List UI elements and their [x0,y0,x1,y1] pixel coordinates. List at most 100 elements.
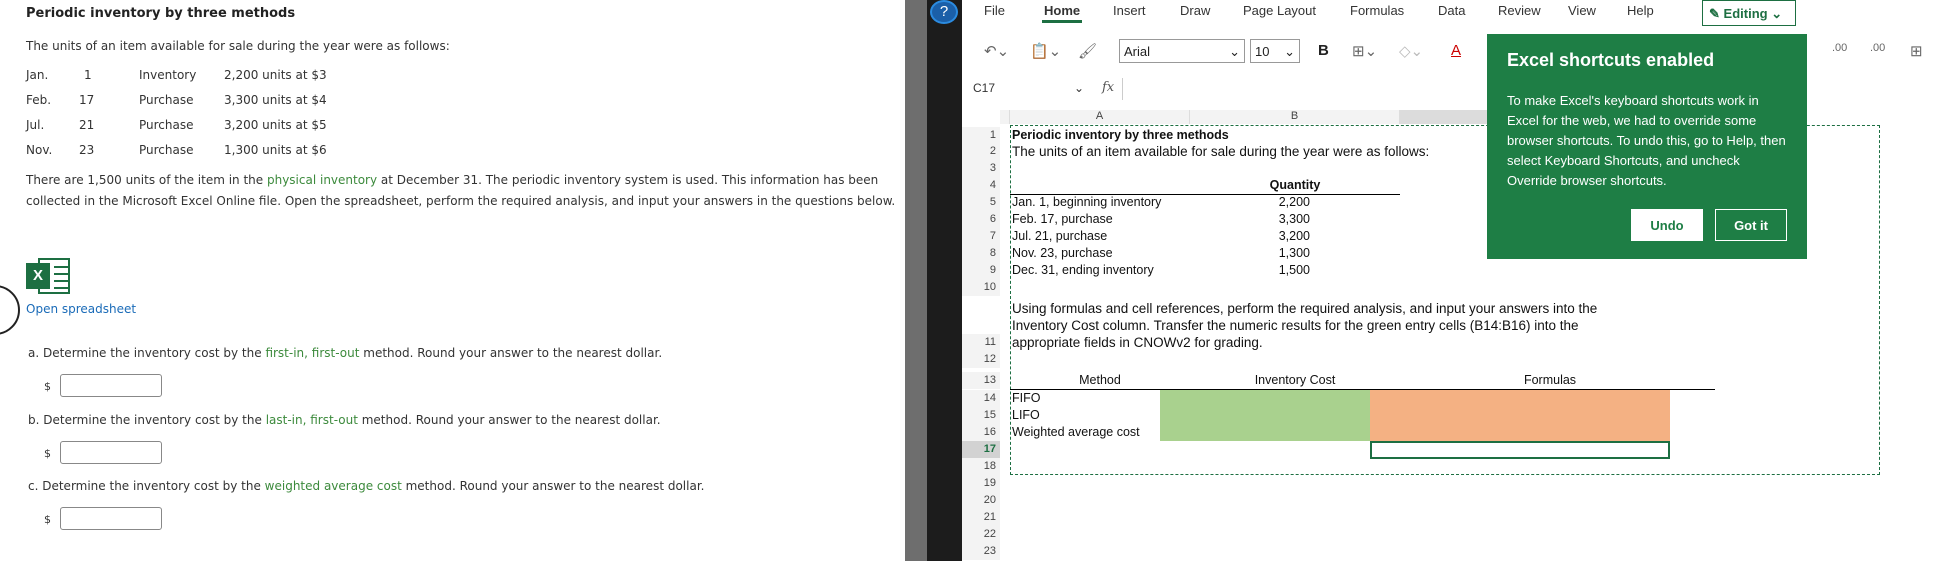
question-text: method. Round your answer to the nearest… [357,413,661,427]
row-number[interactable]: 13 [962,372,1000,389]
name-box[interactable]: C17 ⌄ [970,78,1090,100]
row-number[interactable]: 11 [962,334,1000,351]
increase-decimal-icon[interactable]: .00 [1870,42,1885,54]
row-number[interactable]: 10 [962,279,1000,296]
unit-day: 21 [79,118,95,132]
row-number[interactable]: 9 [962,262,1000,279]
question-text: b. Determine the inventory cost by the [28,413,266,427]
row-number[interactable]: 21 [962,509,1000,526]
instructions: Using formulas and cell references, perf… [1012,301,1598,316]
dark-rail [927,0,962,561]
undo-icon[interactable]: ↶⌄ [984,42,1009,60]
toast-body: To make Excel's keyboard shortcuts work … [1507,93,1786,188]
row-number[interactable]: 3 [962,160,1000,177]
editing-mode-button[interactable]: ✎ Editing ⌄ [1702,0,1796,26]
fx-icon[interactable]: fx [1102,80,1114,95]
unit-detail: 1,300 units at $6 [224,143,327,157]
format-table-icon[interactable]: ⊞ [1910,42,1923,60]
tab-help[interactable]: Help [1627,3,1654,18]
format-painter-icon[interactable]: 🖌 [1078,42,1097,60]
fifo-link[interactable]: first-in, first-out [265,346,359,360]
column-header-b[interactable]: B [1190,110,1400,124]
font-name-select[interactable]: Arial ⌄ [1119,39,1245,63]
physical-inventory-link[interactable]: physical inventory [267,173,377,187]
item-qty: 1,500 [1278,263,1310,277]
question-c: c. Determine the inventory cost by the w… [28,479,704,493]
row-number[interactable]: 4 [962,177,1000,194]
excel-badge: X [26,263,50,289]
row-number[interactable]: 12 [962,351,1000,368]
row-number[interactable]: 1 [962,127,1000,144]
font-color-icon[interactable]: A [1451,42,1461,59]
answer-b-input[interactable] [60,441,162,464]
item-qty: 2,200 [1278,195,1310,209]
row-number[interactable]: 6 [962,211,1000,228]
answer-c-input[interactable] [60,507,162,530]
chevron-down-icon: ⌄ [1771,6,1783,21]
tab-home[interactable]: Home [1041,3,1083,23]
row-number[interactable]: 23 [962,543,1000,560]
row-number[interactable]: 22 [962,526,1000,543]
row-number[interactable]: 17 [962,441,1000,458]
unit-type: Inventory [139,68,197,82]
unit-day: 1 [84,68,92,82]
row-number[interactable]: 15 [962,407,1000,424]
item-label: Jan. 1, beginning inventory [1012,195,1162,209]
formulas-cells[interactable] [1370,390,1670,441]
chevron-down-icon: ⌄ [1073,81,1084,95]
pencil-icon: ✎ [1709,6,1720,21]
lifo-link[interactable]: last-in, first-out [266,413,358,427]
column-header-a[interactable]: A [1010,110,1190,124]
panel-divider[interactable] [905,0,927,561]
tab-data[interactable]: Data [1438,3,1465,18]
item-qty: 3,200 [1278,229,1310,243]
cost-header: Inventory Cost [1254,373,1336,387]
paste-icon[interactable]: 📋⌄ [1030,42,1061,60]
instructions: Inventory Cost column. Transfer the nume… [1012,318,1579,333]
unit-type: Purchase [139,143,194,157]
row-number[interactable]: 14 [962,390,1000,407]
open-spreadsheet-link[interactable]: Open spreadsheet [26,302,136,316]
excel-icon[interactable]: X [26,256,72,296]
row-number[interactable]: 16 [962,424,1000,441]
borders-icon[interactable]: ⊞⌄ [1352,42,1377,60]
row-number[interactable]: 20 [962,492,1000,509]
row-number[interactable]: 2 [962,143,1000,160]
method-header: Method [1079,373,1121,387]
dollar-sign: $ [44,447,51,460]
row-number[interactable]: 5 [962,194,1000,211]
tab-review[interactable]: Review [1498,3,1541,18]
tab-draw[interactable]: Draw [1180,3,1210,18]
row-number[interactable]: 7 [962,228,1000,245]
got-it-button[interactable]: Got it [1715,209,1787,241]
selected-cell-c17[interactable] [1370,441,1670,459]
help-icon[interactable]: ? [930,0,958,24]
item-label: Dec. 31, ending inventory [1012,263,1154,277]
unit-month: Nov. [26,143,53,157]
row-number[interactable]: 19 [962,475,1000,492]
row-number[interactable]: 8 [962,245,1000,262]
font-size-value: 10 [1255,44,1270,59]
unit-day: 17 [79,93,95,107]
answer-a-input[interactable] [60,374,162,397]
select-all-corner[interactable] [1000,110,1010,124]
weighted-average-link[interactable]: weighted average cost [265,479,402,493]
font-size-select[interactable]: 10 ⌄ [1250,39,1300,63]
decrease-decimal-icon[interactable]: .00 [1832,42,1847,54]
toast-buttons: Undo Got it [1623,209,1787,241]
ribbon-tabs: File Home Insert Draw Page Layout Formul… [962,0,1938,26]
unit-type: Purchase [139,118,194,132]
tab-page-layout[interactable]: Page Layout [1243,3,1316,18]
row-number[interactable]: 18 [962,458,1000,475]
undo-button[interactable]: Undo [1631,209,1703,241]
unit-detail: 2,200 units at $3 [224,68,327,82]
tab-view[interactable]: View [1568,3,1596,18]
question-text: method. Round your answer to the nearest… [359,346,663,360]
tab-file[interactable]: File [984,3,1005,18]
fill-color-icon[interactable]: ◇⌄ [1399,42,1423,60]
question-a: a. Determine the inventory cost by the f… [28,346,662,360]
inventory-cost-entry-cells[interactable] [1160,390,1370,441]
tab-insert[interactable]: Insert [1113,3,1146,18]
bold-icon[interactable]: B [1318,42,1329,59]
tab-formulas[interactable]: Formulas [1350,3,1404,18]
